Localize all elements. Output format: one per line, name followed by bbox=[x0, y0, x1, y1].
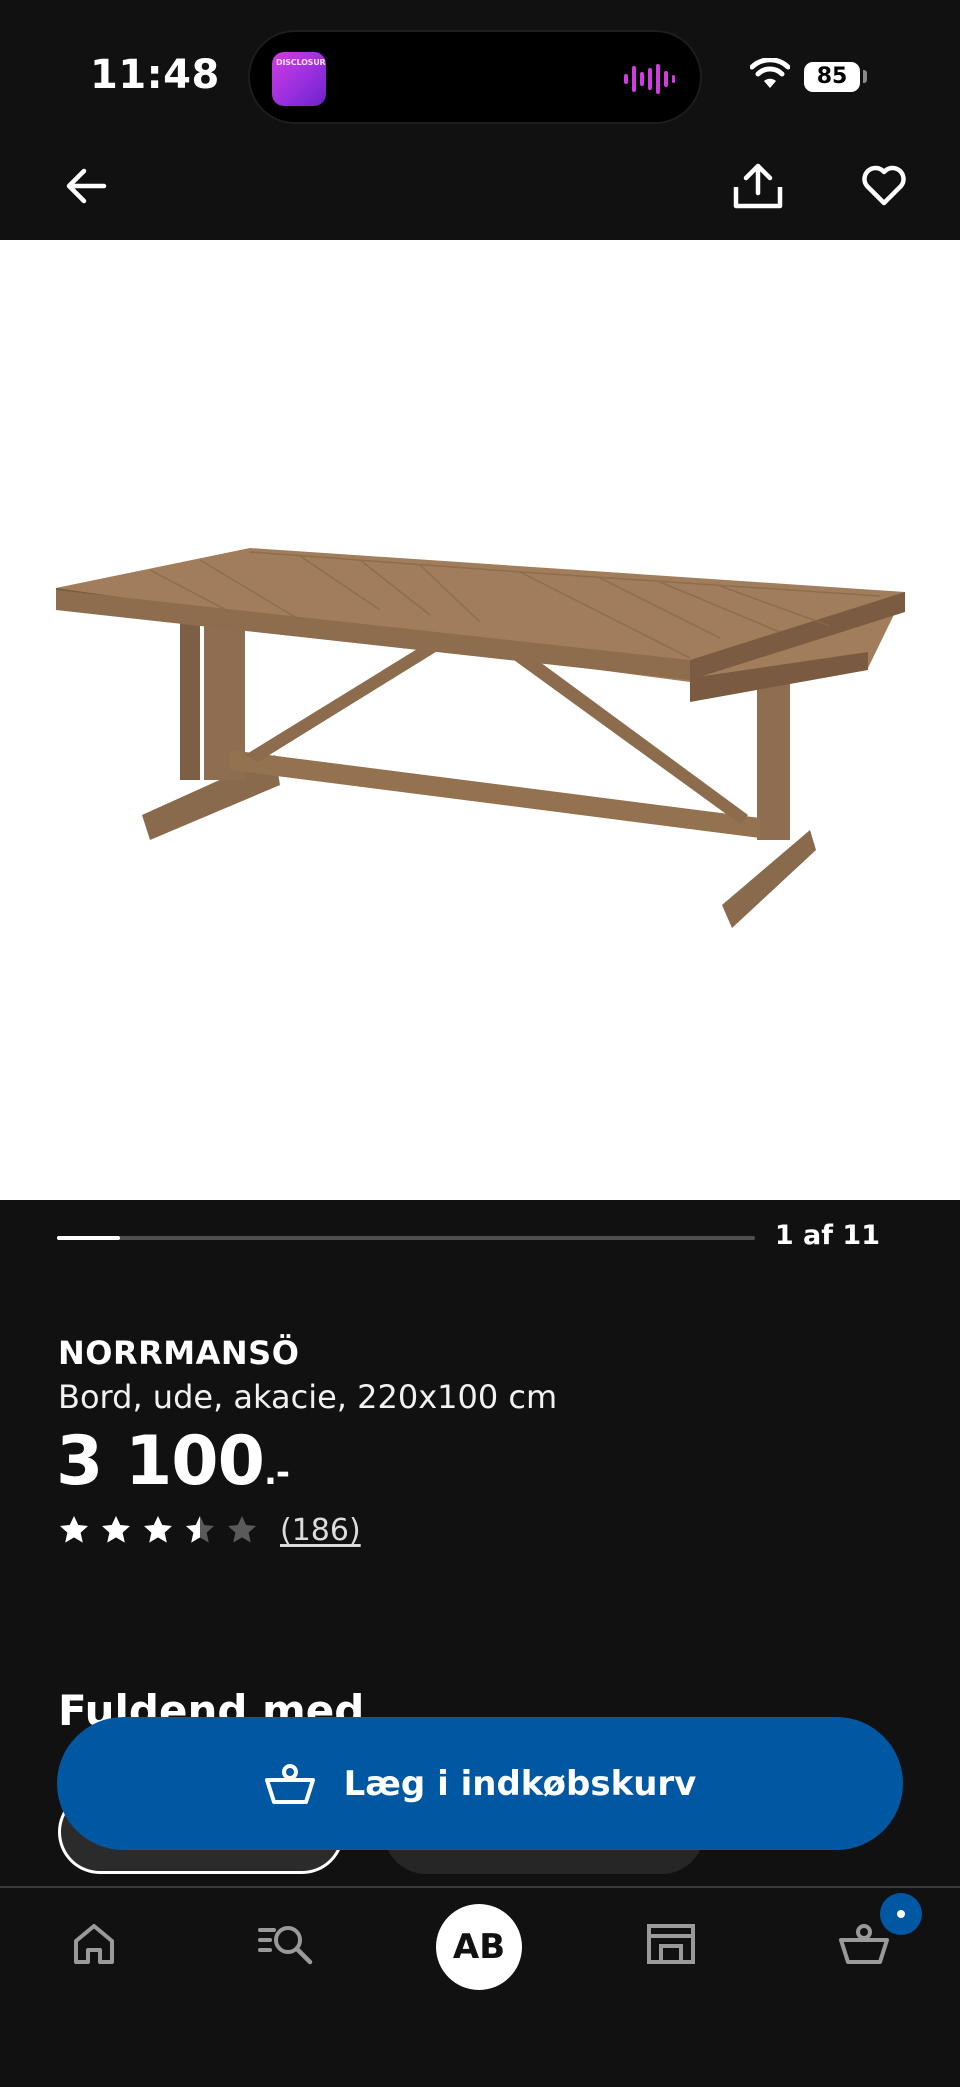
product-image[interactable] bbox=[0, 240, 960, 1200]
battery-tip bbox=[863, 70, 867, 83]
star-icon bbox=[144, 1516, 172, 1543]
cart-badge bbox=[880, 1893, 922, 1935]
outdoor-table-illustration bbox=[56, 548, 905, 928]
favorite-button[interactable] bbox=[852, 154, 916, 218]
review-count-link[interactable]: (186) bbox=[280, 1513, 361, 1548]
star-icon bbox=[186, 1516, 214, 1543]
star-icon bbox=[60, 1516, 88, 1543]
search-list-icon bbox=[258, 1926, 313, 1965]
add-to-cart-label: Læg i indkøbskurv bbox=[343, 1763, 697, 1804]
status-time: 11:48 bbox=[90, 52, 220, 98]
tab-profile[interactable]: AB bbox=[436, 1904, 522, 1990]
gallery-progress-bar bbox=[57, 1236, 755, 1240]
star-icon bbox=[102, 1516, 130, 1543]
home-icon bbox=[74, 1924, 114, 1964]
tab-stores[interactable] bbox=[635, 1908, 707, 1980]
tab-home[interactable] bbox=[58, 1908, 130, 1980]
dynamic-island: DISCLOSURE bbox=[248, 30, 702, 124]
store-icon bbox=[647, 1924, 695, 1964]
basket-icon bbox=[264, 1763, 315, 1804]
arrow-left-icon bbox=[66, 168, 107, 204]
back-button[interactable] bbox=[54, 154, 118, 218]
heart-icon bbox=[862, 165, 906, 206]
rating[interactable]: (186) bbox=[58, 1512, 361, 1548]
wifi-icon bbox=[750, 58, 790, 88]
price-suffix: .- bbox=[263, 1453, 290, 1493]
tab-search[interactable] bbox=[250, 1908, 322, 1980]
app-icon-label: DISCLOSURE bbox=[276, 58, 326, 67]
battery-level: 85 bbox=[804, 62, 860, 92]
share-icon bbox=[733, 163, 783, 209]
rating-stars bbox=[58, 1514, 268, 1546]
gallery-counter: 1 af 11 bbox=[774, 1220, 880, 1251]
star-icon bbox=[228, 1516, 256, 1543]
now-playing-app-icon[interactable]: DISCLOSURE bbox=[272, 52, 326, 106]
share-button[interactable] bbox=[726, 154, 790, 218]
gallery-progress-fill bbox=[57, 1236, 121, 1240]
audio-waveform-icon bbox=[624, 64, 675, 94]
cart-badge-dot bbox=[897, 1910, 905, 1918]
product-name: NORRMANSÖ bbox=[58, 1334, 300, 1372]
product-price: 3 100.- bbox=[56, 1422, 290, 1501]
product-description: Bord, ude, akacie, 220x100 cm bbox=[58, 1378, 558, 1416]
basket-icon bbox=[839, 1924, 889, 1964]
add-to-cart-button[interactable]: Læg i indkøbskurv bbox=[57, 1717, 903, 1850]
price-value: 3 100 bbox=[56, 1422, 265, 1501]
